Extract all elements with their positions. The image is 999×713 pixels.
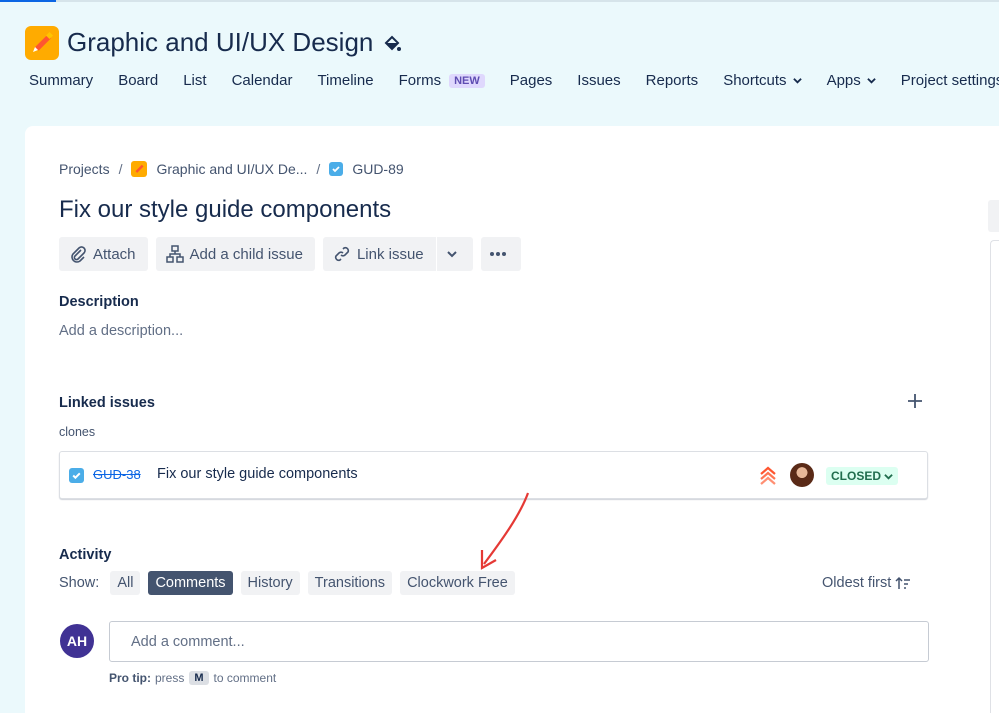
breadcrumb-separator: / xyxy=(118,161,123,177)
attach-label: Attach xyxy=(93,245,136,263)
pro-tip: Pro tip: press M to comment xyxy=(109,671,276,685)
side-panel xyxy=(990,240,999,713)
project-mini-icon xyxy=(131,161,148,177)
link-relation-label: clones xyxy=(59,425,96,439)
add-linked-issue-icon[interactable] xyxy=(906,392,924,410)
status-badge[interactable]: CLOSED xyxy=(826,467,899,485)
breadcrumb-project[interactable]: Graphic and UI/UX De... xyxy=(156,161,307,177)
side-panel-tab[interactable] xyxy=(988,200,999,232)
breadcrumb-separator: / xyxy=(316,161,321,177)
linked-issue-key[interactable]: GUD-38 xyxy=(93,467,141,482)
sort-ascending-icon xyxy=(895,576,911,589)
status-label: CLOSED xyxy=(831,469,882,483)
issue-toolbar: Attach Add a child issue Link issue xyxy=(59,237,529,271)
filter-history[interactable]: History xyxy=(240,571,300,595)
comment-input[interactable]: Add a comment... xyxy=(109,621,929,662)
nav-summary[interactable]: Summary xyxy=(29,72,93,89)
nav-label: Forms xyxy=(398,72,442,89)
description-label: Description xyxy=(59,294,139,310)
sort-order-button[interactable]: Oldest first xyxy=(822,575,911,591)
tip-prefix: Pro tip: xyxy=(109,671,151,685)
nav-label: Board xyxy=(118,72,159,89)
task-checkbox-icon xyxy=(329,162,344,176)
linked-issue-row[interactable]: GUD-38 Fix our style guide components CL… xyxy=(59,451,928,499)
nav-label: Pages xyxy=(509,72,553,89)
paint-bucket-icon[interactable] xyxy=(382,34,402,54)
chevron-down-icon xyxy=(446,251,457,258)
activity-filters: Show: All Comments History Transitions C… xyxy=(59,571,523,595)
nav-forms[interactable]: Forms NEW xyxy=(399,72,485,89)
nav-label: Shortcuts xyxy=(723,72,787,89)
attach-button[interactable]: Attach xyxy=(59,237,148,271)
nav-pages[interactable]: Pages xyxy=(510,72,553,89)
nav-label: Issues xyxy=(577,72,621,89)
chevron-down-icon xyxy=(884,473,893,480)
nav-list[interactable]: List xyxy=(183,72,206,89)
task-checkbox-icon xyxy=(69,468,84,483)
nav-issues[interactable]: Issues xyxy=(577,72,620,89)
link-issue-group: Link issue xyxy=(322,237,473,271)
nav-label: Project settings xyxy=(900,72,999,89)
issue-title[interactable]: Fix our style guide components xyxy=(59,196,391,224)
add-child-label: Add a child issue xyxy=(189,245,303,263)
hierarchy-icon xyxy=(165,245,184,263)
project-nav: Summary Board List Calendar Timeline For… xyxy=(29,72,999,89)
nav-label: Reports xyxy=(645,72,699,89)
description-placeholder[interactable]: Add a description... xyxy=(59,323,183,339)
breadcrumb-projects[interactable]: Projects xyxy=(59,161,110,177)
tip-press: press xyxy=(155,671,185,685)
nav-label: Timeline xyxy=(317,72,374,89)
nav-label: List xyxy=(183,72,207,89)
tip-suffix: to comment xyxy=(213,671,277,685)
nav-label: Apps xyxy=(826,72,861,89)
nav-apps[interactable]: Apps xyxy=(827,72,876,89)
nav-label: Summary xyxy=(29,72,94,89)
project-header: Graphic and UI/UX Design Summary Board L… xyxy=(0,0,999,126)
nav-reports[interactable]: Reports xyxy=(646,72,699,89)
keyboard-key: M xyxy=(189,671,209,685)
activity-label: Activity xyxy=(59,547,112,563)
new-badge: NEW xyxy=(449,73,485,88)
link-issue-button[interactable]: Link issue xyxy=(322,237,436,271)
nav-shortcuts[interactable]: Shortcuts xyxy=(723,72,802,89)
filter-all[interactable]: All xyxy=(110,571,141,595)
nav-project-settings[interactable]: Project settings xyxy=(901,72,999,89)
nav-calendar[interactable]: Calendar xyxy=(232,72,293,89)
show-label: Show: xyxy=(59,575,100,591)
link-issue-dropdown[interactable] xyxy=(436,237,473,271)
linked-issue-summary[interactable]: Fix our style guide components xyxy=(157,466,358,482)
sort-label: Oldest first xyxy=(822,575,892,591)
add-child-issue-button[interactable]: Add a child issue xyxy=(155,237,315,271)
project-avatar-icon[interactable] xyxy=(25,26,59,60)
highest-priority-icon xyxy=(760,466,776,485)
link-issue-label: Link issue xyxy=(356,245,424,263)
filter-clockwork-free[interactable]: Clockwork Free xyxy=(400,571,515,595)
filter-transitions[interactable]: Transitions xyxy=(307,571,393,595)
breadcrumb-issue-key[interactable]: GUD-89 xyxy=(352,161,403,177)
breadcrumb: Projects / Graphic and UI/UX De... / GUD… xyxy=(59,161,404,177)
more-actions-button[interactable] xyxy=(480,237,521,271)
assignee-avatar[interactable] xyxy=(790,463,814,487)
project-title: Graphic and UI/UX Design xyxy=(67,27,374,57)
paperclip-icon xyxy=(71,246,86,263)
nav-timeline[interactable]: Timeline xyxy=(317,72,373,89)
linked-issues-label: Linked issues xyxy=(59,395,155,411)
filter-comments[interactable]: Comments xyxy=(148,571,233,595)
chevron-down-icon xyxy=(792,78,802,84)
nav-board[interactable]: Board xyxy=(118,72,158,89)
current-user-avatar[interactable]: AH xyxy=(60,624,94,658)
chevron-down-icon xyxy=(867,78,876,84)
nav-label: Calendar xyxy=(231,72,293,89)
link-icon xyxy=(334,246,350,262)
more-icon xyxy=(489,252,506,256)
